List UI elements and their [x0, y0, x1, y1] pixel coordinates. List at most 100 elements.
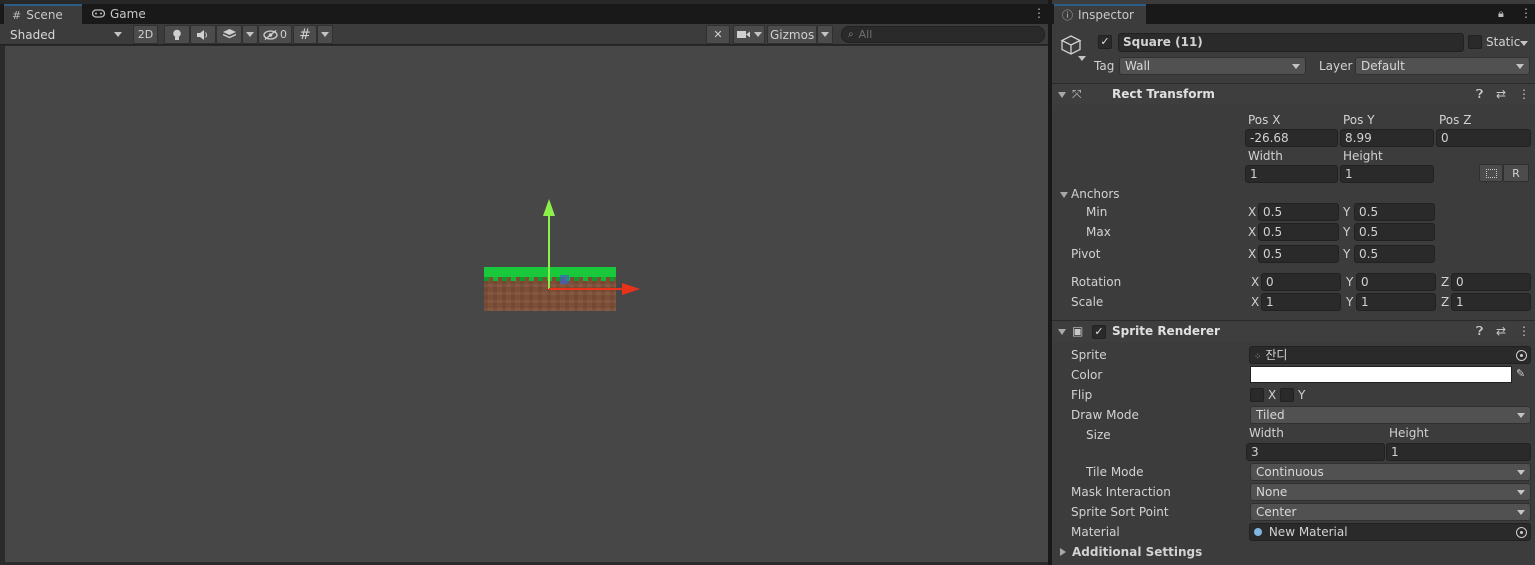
pivot-label: Pivot: [1071, 247, 1101, 261]
min-x-axis: X: [1248, 205, 1257, 219]
scale-y-field[interactable]: 1: [1356, 293, 1436, 311]
pos-z-field[interactable]: 0: [1436, 129, 1531, 147]
sprite-renderer-title: Sprite Renderer: [1112, 324, 1220, 338]
scale-z-field[interactable]: 1: [1451, 293, 1531, 311]
rect-transform-icon: ⤧: [1072, 87, 1082, 101]
tile-mode-label: Tile Mode: [1086, 465, 1144, 479]
active-checkbox[interactable]: ✓: [1098, 35, 1112, 49]
max-label: Max: [1086, 225, 1111, 239]
size-width-label: Width: [1249, 426, 1284, 440]
chevron-down-icon: [1292, 64, 1300, 69]
static-checkbox[interactable]: [1468, 35, 1482, 49]
draw-mode-value: Tiled: [1256, 408, 1285, 422]
object-picker-icon[interactable]: [1516, 527, 1527, 538]
layer-label: Layer: [1319, 59, 1353, 73]
scene-panel: # Scene Game ⋮ Shaded 2D 0 # ✕ Gizmos ⌕ …: [0, 0, 1048, 565]
presets-icon[interactable]: ⇄: [1496, 324, 1506, 338]
sprite-renderer-enabled-checkbox[interactable]: ✓: [1092, 325, 1106, 339]
mask-interaction-value: None: [1256, 485, 1288, 499]
inspector-menu-icon[interactable]: ⋮: [1520, 7, 1532, 19]
fold-chevron-icon[interactable]: [1058, 92, 1066, 98]
static-chevron-icon[interactable]: [1520, 41, 1528, 46]
info-icon: ⓘ: [1062, 9, 1073, 22]
scale-x-axis: X: [1251, 295, 1260, 309]
blueprint-mode-button[interactable]: [1479, 164, 1503, 182]
tile-mode-dropdown[interactable]: Continuous: [1250, 463, 1531, 481]
max-y-field[interactable]: 0.5: [1354, 223, 1435, 241]
rect-transform-header[interactable]: ⤧ Rect Transform ❓︎ ⇄ ⋮: [1052, 83, 1535, 105]
chevron-down-icon: [1517, 510, 1525, 515]
width-field[interactable]: 1: [1245, 165, 1338, 183]
size-label: Size: [1086, 428, 1111, 442]
sprite-label: Sprite: [1071, 348, 1107, 362]
scale-x-field[interactable]: 1: [1261, 293, 1341, 311]
flip-y-checkbox[interactable]: [1280, 388, 1294, 402]
pos-x-label: Pos X: [1248, 113, 1281, 127]
raw-edit-label: R: [1512, 166, 1520, 180]
material-value: New Material: [1268, 525, 1348, 539]
x-axis-arrow-icon[interactable]: [622, 283, 640, 295]
help-icon[interactable]: ❓︎: [1476, 87, 1483, 102]
blueprint-icon: [1485, 168, 1497, 178]
inspector-tabbar: ⓘ Inspector 🔒︎ ⋮: [1052, 4, 1535, 24]
min-x-field[interactable]: 0.5: [1258, 203, 1339, 221]
additional-settings-label[interactable]: Additional Settings: [1072, 545, 1202, 559]
additional-settings-fold-icon[interactable]: [1060, 548, 1066, 556]
chevron-down-icon: [1517, 413, 1525, 418]
pos-z-label: Pos Z: [1439, 113, 1472, 127]
draw-mode-label: Draw Mode: [1071, 408, 1139, 422]
sprite-sort-point-dropdown[interactable]: Center: [1250, 503, 1531, 521]
sprite-value: 잔디: [1265, 348, 1288, 362]
height-label: Height: [1343, 149, 1383, 163]
object-name-field[interactable]: Square (11): [1118, 33, 1464, 52]
anchors-fold-icon[interactable]: [1060, 192, 1068, 198]
eyedropper-icon[interactable]: ✎: [1516, 367, 1525, 380]
max-x-field[interactable]: 0.5: [1258, 223, 1339, 241]
material-sphere-icon: [1254, 528, 1262, 536]
y-axis-arrow-icon[interactable]: [543, 199, 555, 216]
lock-icon[interactable]: 🔒︎: [1498, 7, 1504, 21]
object-picker-icon[interactable]: [1516, 350, 1527, 361]
rotation-x-field[interactable]: 0: [1261, 273, 1341, 291]
move-gizmo[interactable]: [0, 0, 1048, 565]
tab-inspector[interactable]: ⓘ Inspector: [1054, 4, 1146, 24]
tag-dropdown[interactable]: Wall: [1119, 57, 1306, 75]
color-swatch[interactable]: [1250, 366, 1512, 383]
pivot-x-field[interactable]: 0.5: [1258, 245, 1339, 263]
sprite-field[interactable]: ⁘ 잔디: [1249, 346, 1531, 364]
max-x-axis: X: [1248, 225, 1257, 239]
pos-x-field[interactable]: -26.68: [1245, 129, 1338, 147]
size-height-field[interactable]: 1: [1386, 443, 1531, 461]
pos-y-label: Pos Y: [1343, 113, 1375, 127]
rot-y-axis: Y: [1346, 275, 1354, 289]
fold-chevron-icon[interactable]: [1058, 329, 1066, 335]
sprite-renderer-header[interactable]: ▣ ✓ Sprite Renderer ❓︎ ⇄ ⋮: [1052, 320, 1535, 342]
min-y-field[interactable]: 0.5: [1354, 203, 1435, 221]
layer-value: Default: [1361, 59, 1405, 73]
draw-mode-dropdown[interactable]: Tiled: [1250, 406, 1531, 424]
size-width-field[interactable]: 3: [1246, 443, 1385, 461]
rotation-z-field[interactable]: 0: [1451, 273, 1531, 291]
icon-menu-chevron-icon[interactable]: [1078, 56, 1086, 61]
component-menu-icon[interactable]: ⋮: [1518, 87, 1530, 101]
raw-edit-button[interactable]: R: [1503, 164, 1529, 182]
scale-z-axis: Z: [1441, 295, 1450, 309]
help-icon[interactable]: ❓︎: [1476, 324, 1483, 339]
chevron-down-icon: [1516, 64, 1524, 69]
pos-y-field[interactable]: 8.99: [1340, 129, 1434, 147]
layer-dropdown[interactable]: Default: [1355, 57, 1530, 75]
material-label: Material: [1071, 525, 1120, 539]
mask-interaction-dropdown[interactable]: None: [1250, 483, 1531, 501]
pivot-y-axis: Y: [1343, 247, 1351, 261]
presets-icon[interactable]: ⇄: [1496, 87, 1506, 101]
height-field[interactable]: 1: [1340, 165, 1434, 183]
rotation-label: Rotation: [1071, 275, 1122, 289]
rot-x-axis: X: [1251, 275, 1260, 289]
rotation-y-field[interactable]: 0: [1356, 273, 1436, 291]
material-field[interactable]: New Material: [1249, 523, 1531, 541]
xy-plane-handle[interactable]: [560, 275, 569, 284]
pivot-y-field[interactable]: 0.5: [1354, 245, 1435, 263]
component-menu-icon[interactable]: ⋮: [1518, 324, 1530, 338]
width-label: Width: [1248, 149, 1283, 163]
flip-x-checkbox[interactable]: [1250, 388, 1264, 402]
